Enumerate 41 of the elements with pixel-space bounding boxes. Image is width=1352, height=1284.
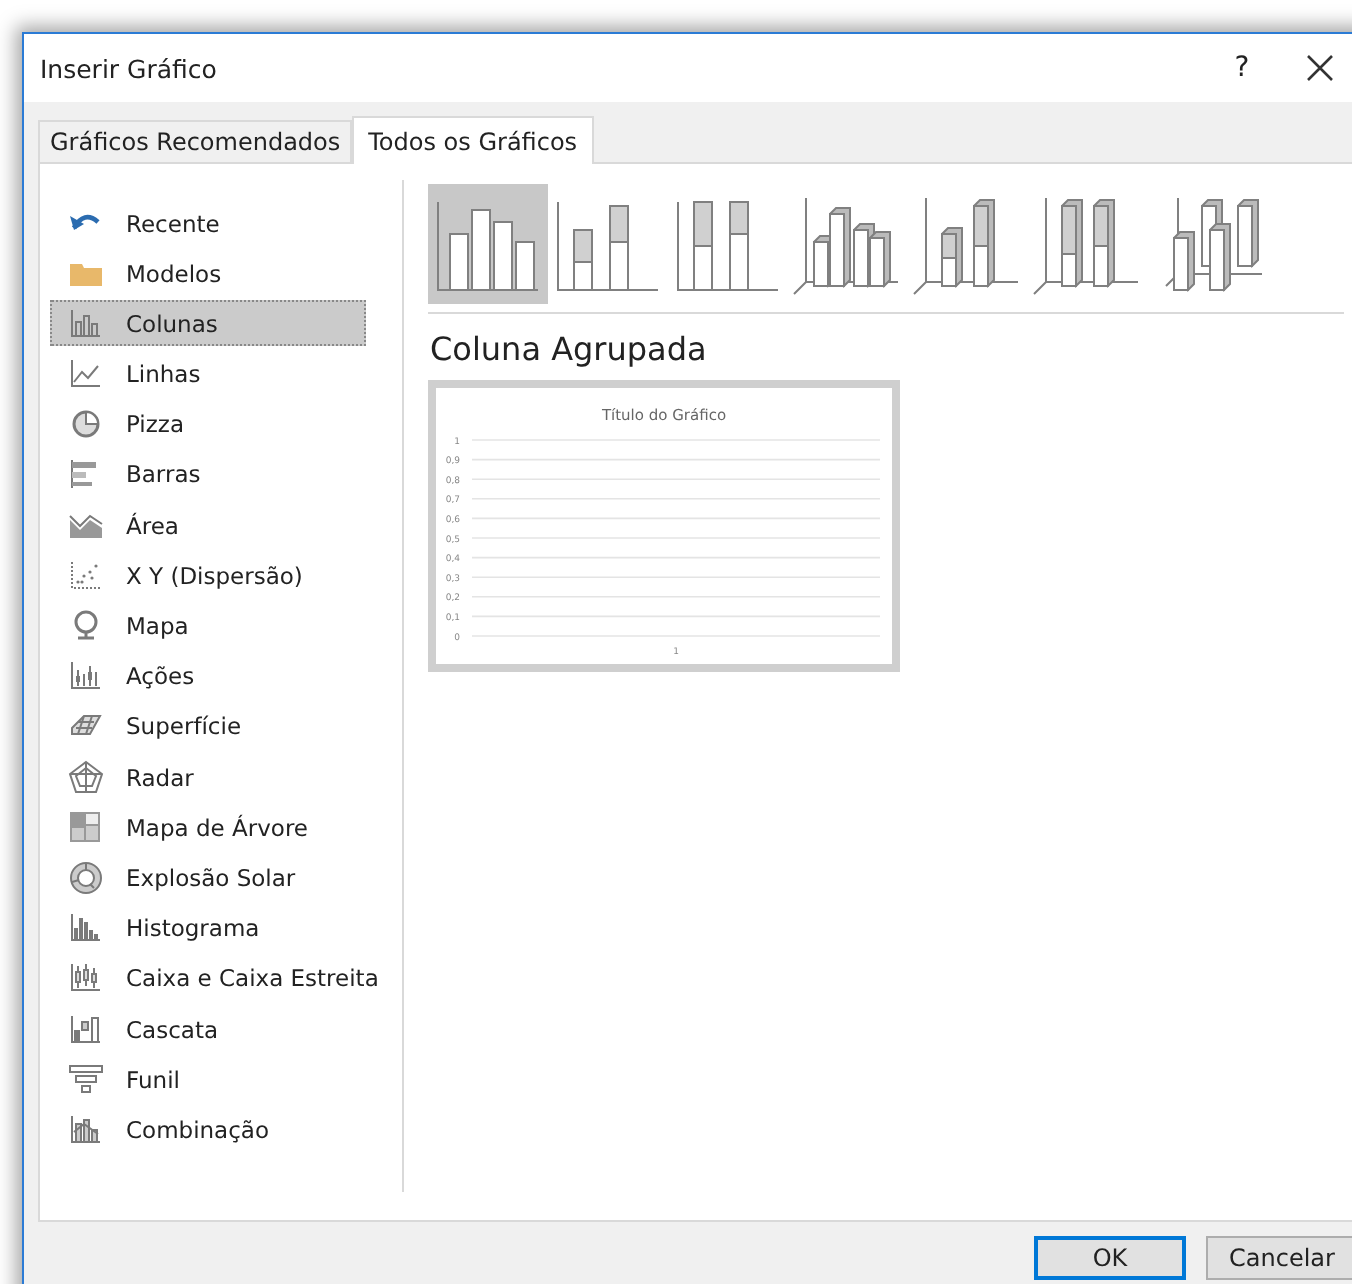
chart-type-item[interactable]: Radar xyxy=(50,754,366,801)
help-button[interactable]: ? xyxy=(1216,52,1268,84)
histogram-icon xyxy=(68,910,104,947)
chart-type-item[interactable]: Área xyxy=(50,502,366,549)
line-chart-icon xyxy=(68,356,104,393)
column-chart-icon xyxy=(68,305,104,342)
chart-type-item[interactable]: Pizza xyxy=(50,401,366,448)
chart-type-item[interactable]: Superfície xyxy=(50,703,366,750)
box-plot-icon xyxy=(68,960,104,997)
chart-type-item[interactable]: Linhas xyxy=(50,351,366,398)
ok-button[interactable]: OK xyxy=(1034,1236,1186,1280)
chart-type-item[interactable]: Histograma xyxy=(50,905,366,952)
chart-type-item[interactable]: Caixa e Caixa Estreita xyxy=(50,955,385,1002)
window-title: Inserir Gráfico xyxy=(40,53,219,83)
combo-chart-icon xyxy=(68,1111,104,1148)
treemap-icon xyxy=(68,809,104,846)
chart-type-item[interactable]: Mapa xyxy=(50,603,366,649)
chart-type-item[interactable]: Ações xyxy=(50,653,366,700)
chart-type-item[interactable]: Modelos xyxy=(50,250,366,297)
scatter-chart-icon xyxy=(68,557,104,594)
chart-type-item[interactable]: Combinação xyxy=(50,1106,366,1153)
pie-chart-icon xyxy=(68,406,104,443)
chart-type-item[interactable]: Explosão Solar xyxy=(50,854,366,901)
chart-subtype-button[interactable] xyxy=(428,184,548,304)
cancel-button[interactable]: Cancelar xyxy=(1206,1236,1352,1280)
funnel-icon xyxy=(68,1061,104,1098)
tab[interactable]: Gráficos Recomendados xyxy=(38,120,353,162)
chart-type-item[interactable]: X Y (Dispersão) xyxy=(50,552,366,599)
waterfall-icon xyxy=(68,1011,104,1047)
chart-type-item[interactable]: Barras xyxy=(50,451,366,498)
sunburst-icon xyxy=(68,859,104,896)
radar-chart-icon xyxy=(68,759,104,796)
chart-type-item[interactable]: Cascata xyxy=(50,1006,366,1052)
chart-type-item[interactable]: Mapa de Árvore xyxy=(50,804,366,851)
subtype-title: Coluna Agrupada xyxy=(430,330,709,368)
chart-type-item[interactable]: Funil xyxy=(50,1056,366,1103)
tab[interactable]: Todos os Gráficos xyxy=(352,116,594,164)
chart-type-item[interactable]: Recente xyxy=(50,200,366,246)
chart-type-item[interactable]: Colunas xyxy=(50,300,366,347)
close-icon[interactable] xyxy=(1304,52,1336,84)
stock-chart-icon xyxy=(68,658,104,695)
